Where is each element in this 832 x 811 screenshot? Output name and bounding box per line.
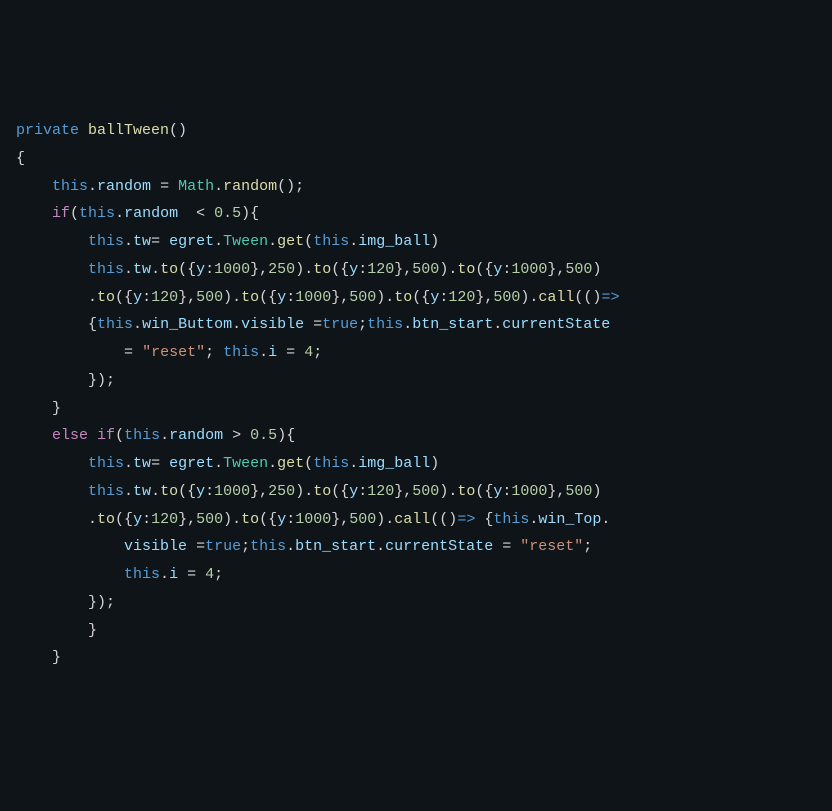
code-line: .to({y:120},500).to({y:1000},500).call((… (16, 506, 832, 534)
code-line: .to({y:120},500).to({y:1000},500).to({y:… (16, 284, 832, 312)
code-line: if(this.random < 0.5){ (16, 200, 832, 228)
code-line: this.i = 4; (16, 561, 832, 589)
code-line: this.tw= egret.Tween.get(this.img_ball) (16, 228, 832, 256)
code-line: } (16, 644, 832, 672)
code-line: else if(this.random > 0.5){ (16, 422, 832, 450)
code-line: private ballTween() (16, 117, 832, 145)
code-line: { (16, 145, 832, 173)
code-line: this.tw.to({y:1000},250).to({y:120},500)… (16, 256, 832, 284)
code-line: = "reset"; this.i = 4; (16, 339, 832, 367)
code-line: visible =true;this.btn_start.currentStat… (16, 533, 832, 561)
code-line: {this.win_Buttom.visible =true;this.btn_… (16, 311, 832, 339)
code-line: }); (16, 589, 832, 617)
code-editor[interactable]: private ballTween(){ this.random = Math.… (16, 117, 832, 672)
keyword: private (16, 122, 79, 139)
code-line: } (16, 617, 832, 645)
code-line: } (16, 395, 832, 423)
code-line: this.random = Math.random(); (16, 173, 832, 201)
code-line: this.tw.to({y:1000},250).to({y:120},500)… (16, 478, 832, 506)
code-line: }); (16, 367, 832, 395)
function-name: ballTween (88, 122, 169, 139)
code-line: this.tw= egret.Tween.get(this.img_ball) (16, 450, 832, 478)
